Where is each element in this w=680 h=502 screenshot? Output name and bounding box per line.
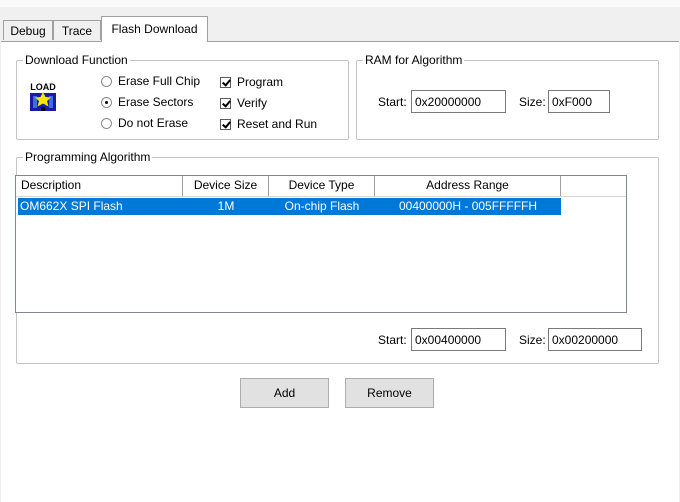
radio-label: Erase Full Chip [118,74,201,88]
tab-trace[interactable]: Trace [53,20,101,40]
window-top-strip [0,0,680,7]
radio-indicator[interactable] [101,96,112,108]
algorithm-size-label: Size: [519,333,546,347]
ram-start-input[interactable] [411,90,506,113]
column-header-description[interactable]: Description [16,176,183,196]
programming-algorithm-title: Programming Algorithm [23,150,153,164]
checkbox-indicator[interactable] [220,97,231,109]
radio-erase-sectors[interactable]: Erase Sectors [101,94,193,110]
algorithm-start-label: Start: [378,333,407,347]
algorithm-list[interactable]: Description Device Size Device Type Addr… [15,175,627,313]
row-description: OM662X SPI Flash [20,199,123,213]
ram-size-label: Size: [519,95,546,109]
checkbox-verify[interactable]: Verify [220,95,267,111]
column-header-address-range[interactable]: Address Range [375,176,561,196]
table-row[interactable]: OM662X SPI Flash 1M On-chip Flash 004000… [18,198,561,215]
row-device-size: 1M [217,199,235,213]
radio-label: Do not Erase [118,116,189,130]
list-header: Description Device Size Device Type Addr… [16,176,626,197]
column-header-device-type[interactable]: Device Type [269,176,375,196]
ram-start-label: Start: [378,95,407,109]
checkbox-label: Program [237,75,284,89]
svg-text:LOAD: LOAD [30,82,56,92]
radio-indicator[interactable] [101,117,112,129]
radio-label: Erase Sectors [118,95,194,109]
checkbox-label: Verify [237,96,268,110]
load-icon: LOAD [28,81,58,111]
download-function-title: Download Function [23,53,130,67]
flash-download-panel: Download Function LOAD Erase Full Chip E… [1,41,679,502]
ram-for-algorithm-title: RAM for Algorithm [363,53,465,67]
tab-debug[interactable]: Debug [3,20,53,40]
checkbox-reset-and-run[interactable]: Reset and Run [220,116,317,132]
row-address-range: 00400000H - 005FFFFFH [398,199,538,213]
radio-erase-full-chip[interactable]: Erase Full Chip [101,73,200,89]
add-button[interactable]: Add [240,378,329,408]
checkbox-indicator[interactable] [220,76,231,88]
checkbox-program[interactable]: Program [220,74,283,90]
remove-button[interactable]: Remove [345,378,434,408]
algorithm-size-input[interactable] [548,328,642,351]
checkbox-label: Reset and Run [237,117,318,131]
column-header-device-size[interactable]: Device Size [183,176,269,196]
checkbox-indicator[interactable] [220,118,231,130]
ram-size-input[interactable] [548,90,610,113]
radio-indicator[interactable] [101,75,112,87]
algorithm-start-input[interactable] [411,328,506,351]
tab-flash-download[interactable]: Flash Download [101,16,208,42]
row-device-type: On-chip Flash [284,199,360,213]
radio-do-not-erase[interactable]: Do not Erase [101,115,188,131]
